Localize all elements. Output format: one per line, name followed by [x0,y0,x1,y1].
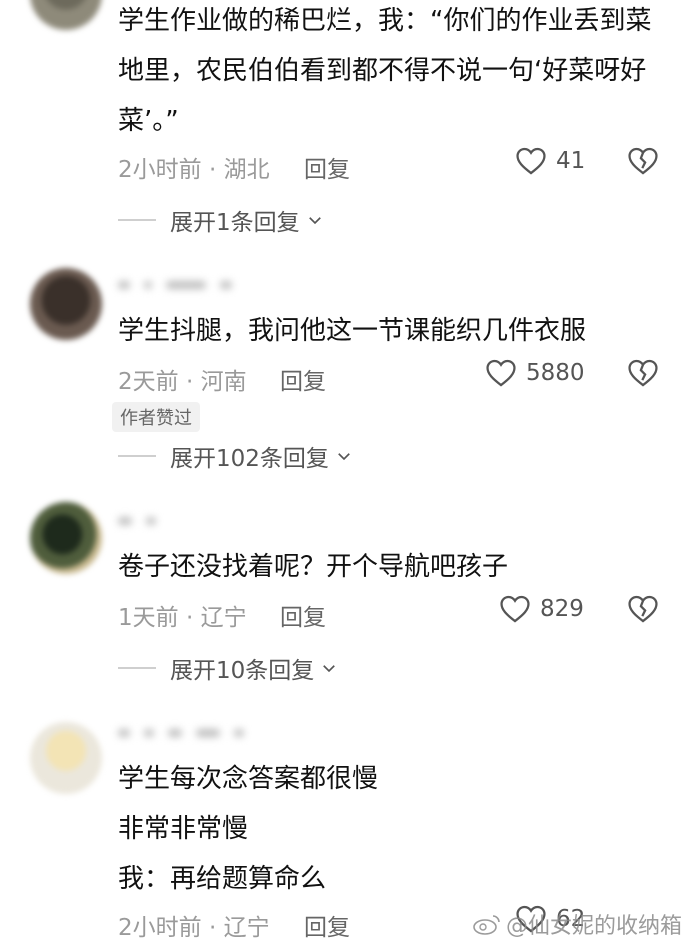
heart-outline-icon [500,595,530,623]
comment-line: 学生每次念答案都很慢 [118,764,379,794]
like-count: 41 [556,148,586,174]
comment-meta: 2小时前 · 湖北 回复 41 [118,144,660,184]
divider-line [118,667,156,669]
expand-replies-label: 展开102条回复 [170,446,329,472]
like-count: 829 [540,596,584,622]
comment-meta: 2天前 · 河南 回复 5880 [118,356,660,396]
comment-time-location: 1天前 · 辽宁 [118,605,247,631]
broken-heart-icon[interactable] [626,144,660,178]
divider-line [118,219,156,221]
avatar[interactable] [30,722,102,794]
chevron-down-icon [308,217,321,225]
username[interactable] [118,274,258,294]
watermark: @仙女妮的收纳箱 [472,908,682,940]
comment-time-location: 2小时前 · 湖北 [118,157,270,183]
broken-heart-icon[interactable] [626,592,660,626]
expand-replies[interactable]: 展开102条回复 [118,439,353,473]
reply-button[interactable]: 回复 [304,150,350,184]
chevron-down-icon [338,453,350,461]
comment-text: 卷子还没找着呢？开个导航吧孩子 [118,552,509,582]
author-liked-badge: 作者赞过 [112,402,200,432]
comment-line: 非常非常慢 [118,814,249,844]
reply-button[interactable]: 回复 [304,908,350,942]
expand-replies[interactable]: 展开10条回复 [118,651,338,685]
expand-replies-label: 展开10条回复 [170,658,315,684]
weibo-icon [473,915,500,935]
broken-heart-icon[interactable] [626,356,660,390]
heart-outline-icon [516,147,546,175]
comment-time-location: 2小时前 · 辽宁 [118,915,270,941]
chevron-down-icon [323,665,336,673]
divider-line [118,455,156,457]
reply-button[interactable]: 回复 [280,362,326,396]
like-count: 5880 [526,360,585,386]
avatar[interactable] [30,268,102,340]
heart-outline-icon [486,359,516,387]
reply-button[interactable]: 回复 [280,598,326,632]
avatar[interactable] [30,502,102,574]
comment-text: 学生作业做的稀巴烂，我：“你们的作业丢到菜地里，农民伯伯看到都不得不说一句‘好菜… [118,6,652,136]
like-button[interactable]: 5880 [484,356,585,390]
comment-text: 学生抖腿，我问他这一节课能织几件衣服 [118,316,587,346]
username[interactable] [118,510,258,530]
like-button[interactable]: 829 [498,592,584,626]
comment-line: 我：再给题算命么 [118,864,327,894]
comment-time-location: 2天前 · 河南 [118,369,247,395]
expand-replies[interactable]: 展开1条回复 [118,203,324,237]
expand-replies-label: 展开1条回复 [170,210,300,236]
like-button[interactable]: 41 [514,144,585,178]
watermark-text: @仙女妮的收纳箱 [505,914,682,939]
avatar[interactable] [30,0,102,30]
comment-meta: 1天前 · 辽宁 回复 829 [118,592,660,632]
username[interactable] [118,722,358,742]
